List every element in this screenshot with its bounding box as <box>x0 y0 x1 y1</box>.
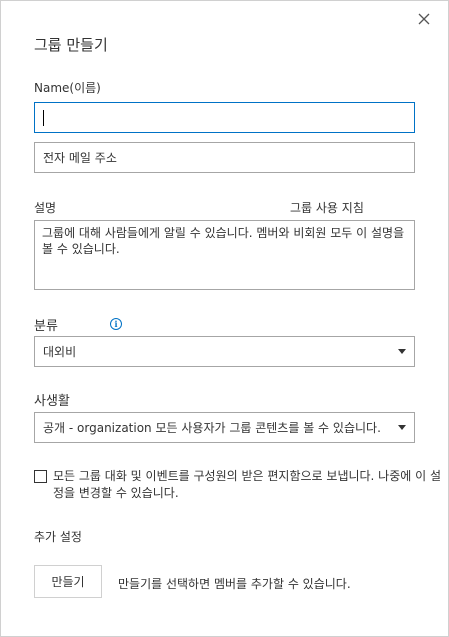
chevron-down-icon <box>398 349 406 354</box>
name-label: Name(이름) <box>34 81 101 95</box>
subscribe-checkbox[interactable] <box>34 470 47 483</box>
classification-value: 대외비 <box>43 345 77 359</box>
privacy-value: 공개 - organization 모든 사용자가 그룹 콘텐츠를 볼 수 있습… <box>43 421 381 435</box>
chevron-down-icon <box>398 425 406 430</box>
name-input[interactable] <box>34 102 415 133</box>
close-button[interactable] <box>414 9 434 29</box>
create-hint-text: 만들기를 선택하면 멤버를 추가할 수 있습니다. <box>118 577 351 591</box>
description-textarea[interactable]: 그룹에 대해 사람들에게 알릴 수 있습니다. 멤버와 비회원 모두 이 설명을… <box>34 220 415 290</box>
info-icon[interactable]: i <box>110 318 122 330</box>
classification-select[interactable]: 대외비 <box>34 336 415 367</box>
privacy-select[interactable]: 공개 - organization 모든 사용자가 그룹 콘텐츠를 볼 수 있습… <box>34 412 415 443</box>
email-input-placeholder: 전자 메일 주소 <box>43 151 117 165</box>
classification-label: 분류 <box>34 319 58 334</box>
close-icon <box>418 13 430 25</box>
create-group-dialog: 그룹 만들기 Name(이름) 전자 메일 주소 설명 그룹 사용 지침 그룹에… <box>0 0 449 637</box>
additional-settings-link[interactable]: 추가 설정 <box>34 528 82 545</box>
email-input[interactable]: 전자 메일 주소 <box>34 142 415 173</box>
group-guidelines-link[interactable]: 그룹 사용 지침 <box>290 199 364 216</box>
subscribe-text: 모든 그룹 대화 및 이벤트를 구성원의 받은 편지함으로 보냅니다. 나중에 … <box>53 469 442 500</box>
description-text: 그룹에 대해 사람들에게 알릴 수 있습니다. 멤버와 비회원 모두 이 설명을… <box>42 226 405 256</box>
dialog-title: 그룹 만들기 <box>34 36 108 54</box>
privacy-label: 사생활 <box>34 394 70 409</box>
text-caret <box>43 109 44 126</box>
description-label: 설명 <box>34 201 57 215</box>
create-button[interactable]: 만들기 <box>34 565 102 598</box>
